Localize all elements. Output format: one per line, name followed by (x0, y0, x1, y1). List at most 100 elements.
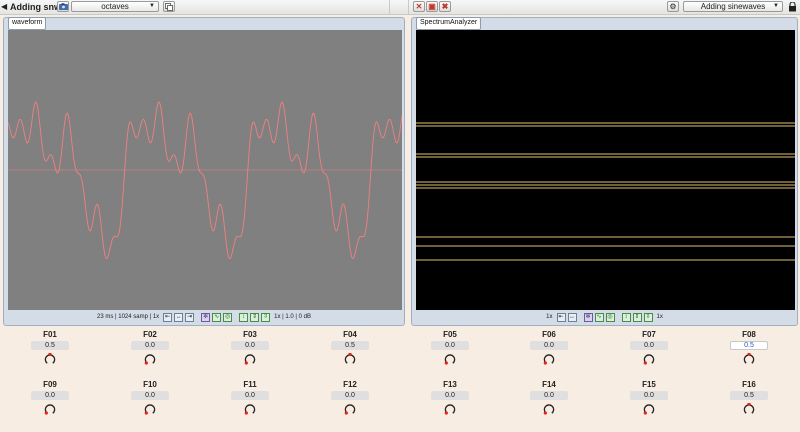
rotary-knob-icon[interactable] (144, 403, 156, 415)
spectrum-mode-button[interactable]: ∿ (594, 312, 604, 322)
auto-scale-button[interactable]: ◎ (223, 312, 233, 322)
target-icon: ◎ (607, 313, 613, 320)
rotary-knob-icon[interactable] (344, 353, 356, 365)
knob-value-field[interactable]: 0.0 (530, 341, 568, 350)
knob-f16[interactable]: F16 0.5 (729, 380, 769, 424)
knob-value-field[interactable]: 0.5 (331, 341, 369, 350)
zoom-out-button[interactable]: ⇤ (163, 312, 173, 322)
zoom-in-button[interactable]: ⇥ (185, 312, 195, 322)
zoom-fit-button[interactable]: ↔ (567, 312, 577, 322)
knob-value-field[interactable]: 0.0 (431, 391, 469, 400)
zoom-out-button[interactable]: ⇤ (556, 312, 566, 322)
waveform-display[interactable] (8, 30, 402, 310)
waveform-panel: waveform 23 ms | 1024 samp | 1x ⇤ ↔ ⇥ ✻ … (3, 17, 405, 326)
knob-f01[interactable]: F01 0.5 (30, 330, 70, 374)
knob-pointer (543, 411, 547, 415)
snapshot-camera-button[interactable] (57, 1, 69, 12)
target-icon: ◎ (225, 313, 231, 320)
duplicate-button[interactable] (163, 1, 175, 12)
knob-value-field[interactable]: 0.5 (730, 391, 768, 400)
rotary-knob-icon[interactable] (44, 353, 56, 365)
freeze-button[interactable]: ✻ (201, 312, 211, 322)
amp-up-button[interactable]: ⇳ (261, 312, 271, 322)
knob-pointer (543, 361, 547, 365)
rotary-knob-icon[interactable] (244, 353, 256, 365)
knob-label: F13 (443, 380, 457, 389)
knob-pointer (444, 361, 448, 365)
arrows-both-icon: ↔ (175, 313, 182, 320)
knob-f06[interactable]: F06 0.0 (529, 330, 569, 374)
close-x-button[interactable]: ✕ (413, 1, 425, 12)
knob-f08[interactable]: F08 0.5 (729, 330, 769, 374)
knob-value-field[interactable]: 0.0 (630, 391, 668, 400)
rotary-knob-icon[interactable] (543, 353, 555, 365)
knob-f12[interactable]: F12 0.0 (330, 380, 370, 424)
knob-f05[interactable]: F05 0.0 (430, 330, 470, 374)
program-select[interactable]: Adding sinewaves ▼ (683, 1, 783, 12)
zoom-fit-button[interactable]: ↔ (174, 312, 184, 322)
rotary-knob-icon[interactable] (643, 353, 655, 365)
knob-value-field[interactable]: 0.5 (730, 341, 768, 350)
settings-button[interactable]: ⚙ (667, 1, 679, 12)
knob-label: F12 (343, 380, 357, 389)
knob-f13[interactable]: F13 0.0 (430, 380, 470, 424)
knob-label: F15 (642, 380, 656, 389)
knob-value-field[interactable]: 0.0 (630, 341, 668, 350)
rotary-knob-icon[interactable] (444, 353, 456, 365)
knob-f11[interactable]: F11 0.0 (230, 380, 270, 424)
chevron-down-icon: ▼ (773, 3, 779, 9)
knob-pointer (344, 411, 348, 415)
amp-down-button[interactable]: ↕ (621, 312, 631, 322)
freeze-button[interactable]: ✻ (583, 312, 593, 322)
rotary-knob-icon[interactable] (44, 403, 56, 415)
lock-button[interactable] (788, 1, 797, 12)
amp-fit-button[interactable]: ⇕ (250, 312, 260, 322)
rotary-knob-icon[interactable] (344, 403, 356, 415)
knob-f15[interactable]: F15 0.0 (629, 380, 669, 424)
rotary-knob-icon[interactable] (244, 403, 256, 415)
knob-value-field[interactable]: 0.0 (231, 391, 269, 400)
trigger-mode-button[interactable]: ∿ (212, 312, 222, 322)
knob-pointer (144, 361, 148, 365)
knob-f02[interactable]: F02 0.0 (130, 330, 170, 374)
knob-value-field[interactable]: 0.0 (530, 391, 568, 400)
disable-icon: ▣ (428, 1, 436, 11)
auto-scale-button[interactable]: ◎ (605, 312, 615, 322)
knob-value-field[interactable]: 0.0 (331, 391, 369, 400)
preset-select[interactable]: octaves ▼ (71, 1, 159, 12)
rotary-knob-icon[interactable] (743, 403, 755, 415)
rotary-knob-icon[interactable] (444, 403, 456, 415)
remove-button[interactable]: ✖ (439, 1, 451, 12)
knob-value-field[interactable]: 0.0 (231, 341, 269, 350)
amp-down-button[interactable]: ↕ (239, 312, 249, 322)
arrows-inward-icon: ⇤ (558, 313, 564, 320)
collapse-triangle-icon[interactable]: ◀ (1, 2, 9, 11)
disable-button[interactable]: ▣ (426, 1, 438, 12)
compress-vertical-icon: ↕ (624, 313, 628, 320)
knob-pointer (44, 411, 48, 415)
knob-f14[interactable]: F14 0.0 (529, 380, 569, 424)
knob-value-field[interactable]: 0.0 (31, 391, 69, 400)
spectrum-zoom-text-2: 1x (656, 314, 663, 320)
knob-value-field[interactable]: 0.5 (31, 341, 69, 350)
knob-f10[interactable]: F10 0.0 (130, 380, 170, 424)
arrows-vertical-icon: ⇕ (634, 313, 640, 320)
waveform-footer: 23 ms | 1024 samp | 1x ⇤ ↔ ⇥ ✻ ∿ ◎ ↕ ⇕ ⇳… (4, 311, 404, 323)
rotary-knob-icon[interactable] (543, 403, 555, 415)
amp-fit-button[interactable]: ⇕ (632, 312, 642, 322)
rotary-knob-icon[interactable] (743, 353, 755, 365)
gear-icon: ⚙ (669, 1, 677, 11)
knob-value-field[interactable]: 0.0 (131, 391, 169, 400)
rotary-knob-icon[interactable] (144, 353, 156, 365)
amp-up-button[interactable]: ⇳ (643, 312, 653, 322)
knob-value-field[interactable]: 0.0 (131, 341, 169, 350)
knob-f09[interactable]: F09 0.0 (30, 380, 70, 424)
spectrum-footer: 1x ⇤ ↔ ✻ ∿ ◎ ↕ ⇕ ⇳ 1x (412, 311, 797, 323)
rotary-knob-icon[interactable] (643, 403, 655, 415)
knob-f03[interactable]: F03 0.0 (230, 330, 270, 374)
knob-f07[interactable]: F07 0.0 (629, 330, 669, 374)
knob-label: F03 (243, 330, 257, 339)
knob-f04[interactable]: F04 0.5 (330, 330, 370, 374)
spectrum-display[interactable] (416, 30, 795, 310)
knob-value-field[interactable]: 0.0 (431, 341, 469, 350)
